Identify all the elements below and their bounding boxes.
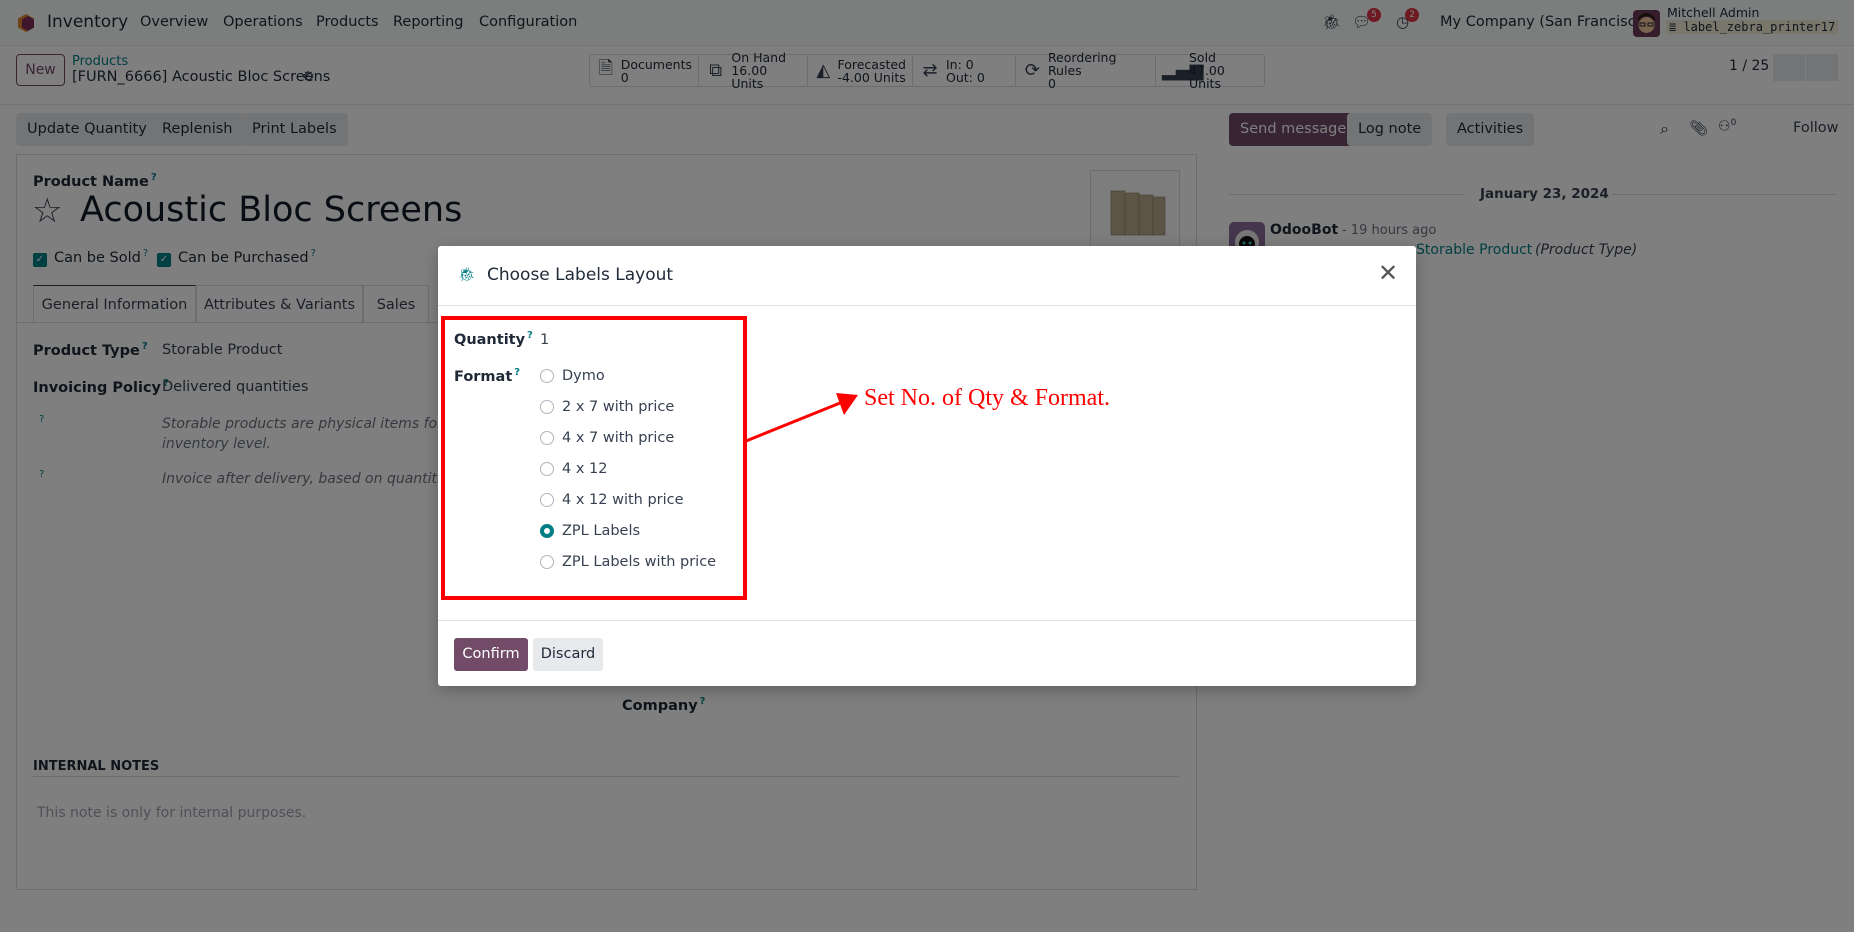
close-icon[interactable]: ✕ [1378,261,1398,285]
annotation-arrow-icon [745,393,858,443]
dialog-title: Choose Labels Layout [487,265,674,285]
confirm-button[interactable]: Confirm [454,638,528,671]
bug-icon: 🐞︎ [458,267,476,283]
dialog-footer-divider [438,620,1416,621]
annotation-text: Set No. of Qty & Format. [864,385,1110,411]
discard-button[interactable]: Discard [533,638,603,671]
dialog-header: 🐞︎ Choose Labels Layout ✕ [438,246,1416,306]
annotation-highlight-box [441,316,747,600]
